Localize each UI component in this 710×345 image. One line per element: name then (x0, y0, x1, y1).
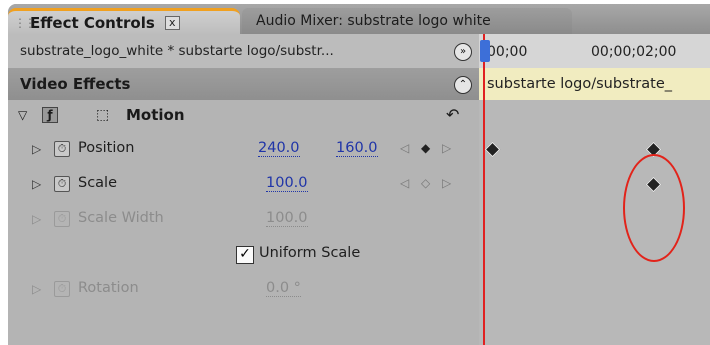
reset-icon[interactable]: ↶ (446, 105, 459, 124)
motion-label: Motion (126, 106, 185, 124)
add-keyframe-icon[interactable]: ◇ (421, 176, 430, 190)
time-mark: 00;00;02;00 (591, 44, 677, 60)
video-effects-header: Video Effects ⌃ (8, 68, 479, 100)
property-name: Position (78, 140, 135, 156)
close-icon[interactable]: x (164, 15, 180, 30)
clip-bar[interactable]: substarte logo/substrate_ (479, 68, 710, 100)
tab-effect-controls[interactable]: ⋮⋮ Effect Controls x (8, 8, 240, 34)
highlight-ellipse (623, 154, 685, 262)
add-keyframe-icon[interactable]: ◆ (421, 141, 430, 155)
playhead[interactable] (480, 34, 490, 345)
property-name: Rotation (78, 280, 139, 296)
panel-tab-bar: ⋮⋮ Effect Controls x Audio Mixer: substr… (8, 4, 710, 34)
collapse-icon[interactable]: ⌃ (454, 76, 472, 94)
tab-audio-mixer-label: Audio Mixer: substrate logo white (256, 13, 491, 29)
uniform-scale-row: ✓ Uniform Scale (8, 237, 479, 272)
expand-triangle-icon: ▷ (32, 212, 42, 226)
keyframe-icon[interactable] (484, 141, 501, 158)
prev-keyframe-icon[interactable]: ◁ (400, 141, 409, 155)
uniform-scale-checkbox[interactable]: ✓ (236, 246, 254, 264)
property-row-rotation: ▷ ⏱ Rotation 0.0 ° (8, 272, 479, 307)
transform-icon[interactable]: ⬚ (96, 107, 109, 123)
expand-triangle-icon[interactable]: ▷ (32, 177, 41, 191)
property-name: Scale Width (78, 210, 164, 226)
show-timeline-button[interactable]: » (454, 43, 472, 61)
sequence-header: substrate_logo_white * substarte logo/su… (8, 34, 479, 68)
prev-keyframe-icon[interactable]: ◁ (400, 176, 409, 190)
next-keyframe-icon[interactable]: ▷ (442, 176, 451, 190)
property-row-scale: ▷ ⏱ Scale 100.0 ◁ ◇ ▷ (8, 167, 479, 202)
video-effects-label: Video Effects (20, 75, 131, 93)
playhead-handle[interactable] (480, 40, 490, 62)
property-row-scale-width: ▷ ⏱ Scale Width 100.0 (8, 202, 479, 237)
stopwatch-icon[interactable]: ⏱ (54, 176, 70, 192)
tab-audio-mixer[interactable]: Audio Mixer: substrate logo white (242, 8, 572, 34)
property-name: Scale (78, 175, 118, 191)
property-row-position: ▷ ⏱ Position 240.0 160.0 ◁ ◆ ▷ (8, 132, 479, 167)
stopwatch-icon: ⏱ (54, 211, 70, 227)
time-start: 00;00 (487, 44, 528, 60)
time-ruler[interactable]: 00;00 00;00;02;00 (479, 34, 710, 69)
expand-triangle-icon[interactable]: ▷ (32, 142, 41, 156)
stopwatch-icon[interactable]: ⏱ (54, 141, 70, 157)
scale-width-value: 100.0 (266, 210, 308, 227)
motion-effect-row[interactable]: ▽ ƒ ⬚ Motion ↶ (8, 100, 479, 132)
clip-name: substarte logo/substrate_ (487, 76, 673, 92)
effect-controls-panel: ⋮⋮ Effect Controls x Audio Mixer: substr… (8, 4, 710, 345)
fx-toggle-icon[interactable]: ƒ (42, 107, 58, 123)
expand-triangle-icon[interactable]: ▽ (18, 108, 27, 122)
sequence-label: substrate_logo_white * substarte logo/su… (20, 43, 334, 59)
next-keyframe-icon[interactable]: ▷ (442, 141, 451, 155)
position-x-value[interactable]: 240.0 (258, 140, 300, 157)
tab-effect-controls-label: Effect Controls (30, 13, 155, 32)
expand-triangle-icon: ▷ (32, 282, 42, 296)
stopwatch-icon: ⏱ (54, 281, 70, 297)
position-y-value[interactable]: 160.0 (336, 140, 378, 157)
keyframe-timeline[interactable]: 00;00 00;00;02;00 substarte logo/substra… (479, 34, 710, 345)
scale-value[interactable]: 100.0 (266, 175, 308, 192)
rotation-value: 0.0 ° (266, 280, 301, 297)
uniform-scale-label: Uniform Scale (259, 245, 361, 261)
effects-list: substrate_logo_white * substarte logo/su… (8, 34, 479, 345)
grip-icon[interactable]: ⋮⋮ (14, 16, 36, 30)
